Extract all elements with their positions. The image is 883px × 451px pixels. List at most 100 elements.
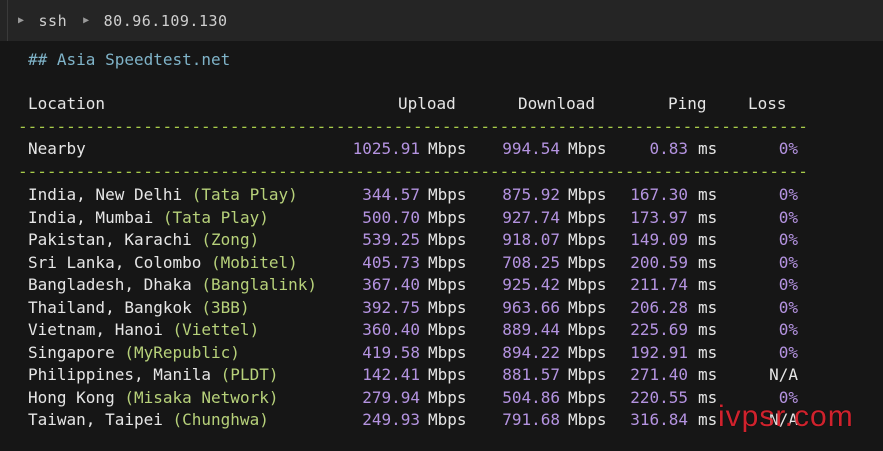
table-row: Thailand, Bangkok (3BB) 392.75 Mbps 963.66 M… — [0, 297, 883, 319]
row-ping-unit: ms — [698, 275, 718, 294]
row-place: Philippines, Manila — [28, 365, 212, 384]
row-isp: (Tata Play) — [162, 207, 269, 227]
row-ping: 316.84 — [630, 410, 688, 429]
row-upload-unit: Mbps — [428, 297, 467, 317]
row-loss: 0% — [778, 207, 798, 227]
row-ping: 206.28 — [630, 297, 688, 317]
nearby-location: Nearby — [28, 139, 86, 158]
watermark-logo: ivpsr.com — [718, 400, 854, 433]
row-download-unit: Mbps — [568, 387, 607, 407]
terminal-output[interactable]: ## Asia Speedtest.net Location Upload Do… — [0, 41, 883, 451]
nearby-row: Nearby 1025.91 Mbps 994.54 Mbps 0.83 ms … — [0, 138, 883, 160]
row-upload: 344.57 — [362, 185, 420, 204]
row-place: Hong Kong — [28, 387, 115, 407]
row-location: Sri Lanka, Colombo (Mobitel) — [28, 252, 298, 274]
row-download: 889.44 — [502, 320, 560, 339]
row-ping: 225.69 — [630, 320, 688, 339]
row-place: India, New Delhi — [28, 185, 183, 204]
row-download-unit: Mbps — [568, 365, 607, 384]
row-upload: 419.58 — [362, 342, 420, 362]
row-download: 925.42 — [502, 275, 560, 294]
nearby-upload-unit: Mbps — [428, 139, 467, 158]
row-upload-unit: Mbps — [428, 185, 467, 204]
row-loss: N/A — [769, 365, 798, 384]
row-ping-unit: ms — [698, 207, 718, 227]
table-header: Location Upload Download Ping Loss — [0, 93, 883, 115]
row-place: Thailand, Bangkok — [28, 297, 192, 317]
row-upload-unit: Mbps — [428, 365, 467, 384]
row-location: India, New Delhi (Tata Play) — [28, 184, 298, 206]
row-upload-unit: Mbps — [428, 410, 467, 429]
header-loss: Loss — [748, 94, 787, 113]
row-ping-unit: ms — [698, 320, 718, 339]
table-row: Singapore (MyRepublic) 419.58 Mbps 894.22 Mb… — [0, 342, 883, 364]
breadcrumb-arrow-icon: ▶ — [83, 15, 90, 26]
row-ping-unit: ms — [698, 297, 718, 317]
row-ping-unit: ms — [698, 410, 718, 429]
row-isp: (PLDT) — [220, 365, 279, 384]
row-upload: 367.40 — [362, 275, 420, 294]
row-upload: 360.40 — [362, 320, 420, 339]
breadcrumb-host[interactable]: 80.96.109.130 — [104, 12, 228, 30]
header-ping: Ping — [668, 94, 707, 113]
row-isp: (Viettel) — [172, 320, 260, 339]
nearby-ping: 0.83 — [649, 139, 688, 158]
row-ping: 192.91 — [630, 342, 688, 362]
row-upload: 539.25 — [362, 230, 420, 249]
row-upload-unit: Mbps — [428, 275, 467, 294]
row-ping: 149.09 — [630, 230, 688, 249]
row-upload-unit: Mbps — [428, 342, 467, 362]
row-ping-unit: ms — [698, 365, 718, 384]
row-loss: 0% — [778, 320, 798, 339]
table-row: Sri Lanka, Colombo (Mobitel) 405.73 Mbps 70… — [0, 252, 883, 274]
row-download-unit: Mbps — [568, 252, 607, 272]
row-isp: (Mobitel) — [211, 252, 298, 272]
header-upload: Upload — [398, 94, 456, 113]
table-row: India, Mumbai (Tata Play) 500.70 Mbps 927.7… — [0, 207, 883, 229]
row-download: 881.57 — [502, 365, 560, 384]
row-isp: (Zong) — [201, 230, 260, 249]
row-loss: 0% — [778, 252, 798, 272]
row-download-unit: Mbps — [568, 297, 607, 317]
row-ping-unit: ms — [698, 252, 718, 272]
nearby-loss: 0% — [778, 139, 798, 158]
row-download-unit: Mbps — [568, 410, 607, 429]
row-ping: 200.59 — [630, 252, 688, 272]
row-upload-unit: Mbps — [428, 230, 467, 249]
row-isp: (Misaka Network) — [124, 387, 279, 407]
row-location: Taiwan, Taipei (Chunghwa) — [28, 409, 269, 431]
row-download: 875.92 — [502, 185, 560, 204]
row-isp: (Tata Play) — [191, 185, 298, 204]
row-loss: 0% — [778, 230, 798, 249]
terminal-title-bar: ▶ ssh ▶ 80.96.109.130 — [0, 0, 883, 41]
row-upload: 249.93 — [362, 410, 420, 429]
table-row: Bangladesh, Dhaka (Banglalink) 367.40 Mbps… — [0, 274, 883, 296]
row-ping: 271.40 — [630, 365, 688, 384]
row-place: Vietnam, Hanoi — [28, 320, 163, 339]
section-heading: ## Asia Speedtest.net — [28, 50, 231, 69]
row-upload: 405.73 — [362, 252, 420, 272]
divider-line: ----------------------------------------… — [18, 162, 808, 181]
row-loss: 0% — [778, 342, 798, 362]
row-location: Singapore (MyRepublic) — [28, 342, 240, 364]
row-download: 708.25 — [502, 252, 560, 272]
divider-line: ----------------------------------------… — [18, 117, 808, 136]
row-ping: 167.30 — [630, 185, 688, 204]
row-download: 927.74 — [502, 207, 560, 227]
row-download: 791.68 — [502, 410, 560, 429]
row-download-unit: Mbps — [568, 320, 607, 339]
row-location: Vietnam, Hanoi (Viettel) — [28, 319, 259, 341]
row-upload-unit: Mbps — [428, 207, 467, 227]
row-download: 918.07 — [502, 230, 560, 249]
table-row: Vietnam, Hanoi (Viettel) 360.40 Mbps 889.44… — [0, 319, 883, 341]
row-ping: 173.97 — [630, 207, 688, 227]
row-place: Singapore — [28, 342, 115, 362]
row-location: Philippines, Manila (PLDT) — [28, 364, 278, 386]
row-ping-unit: ms — [698, 387, 718, 407]
breadcrumb-ssh[interactable]: ssh — [39, 12, 68, 30]
row-ping: 220.55 — [630, 387, 688, 407]
row-ping: 211.74 — [630, 275, 688, 294]
table-row: Pakistan, Karachi (Zong) 539.25 Mbps 918.07… — [0, 229, 883, 251]
row-location: India, Mumbai (Tata Play) — [28, 207, 269, 229]
row-place: Pakistan, Karachi — [28, 230, 192, 249]
